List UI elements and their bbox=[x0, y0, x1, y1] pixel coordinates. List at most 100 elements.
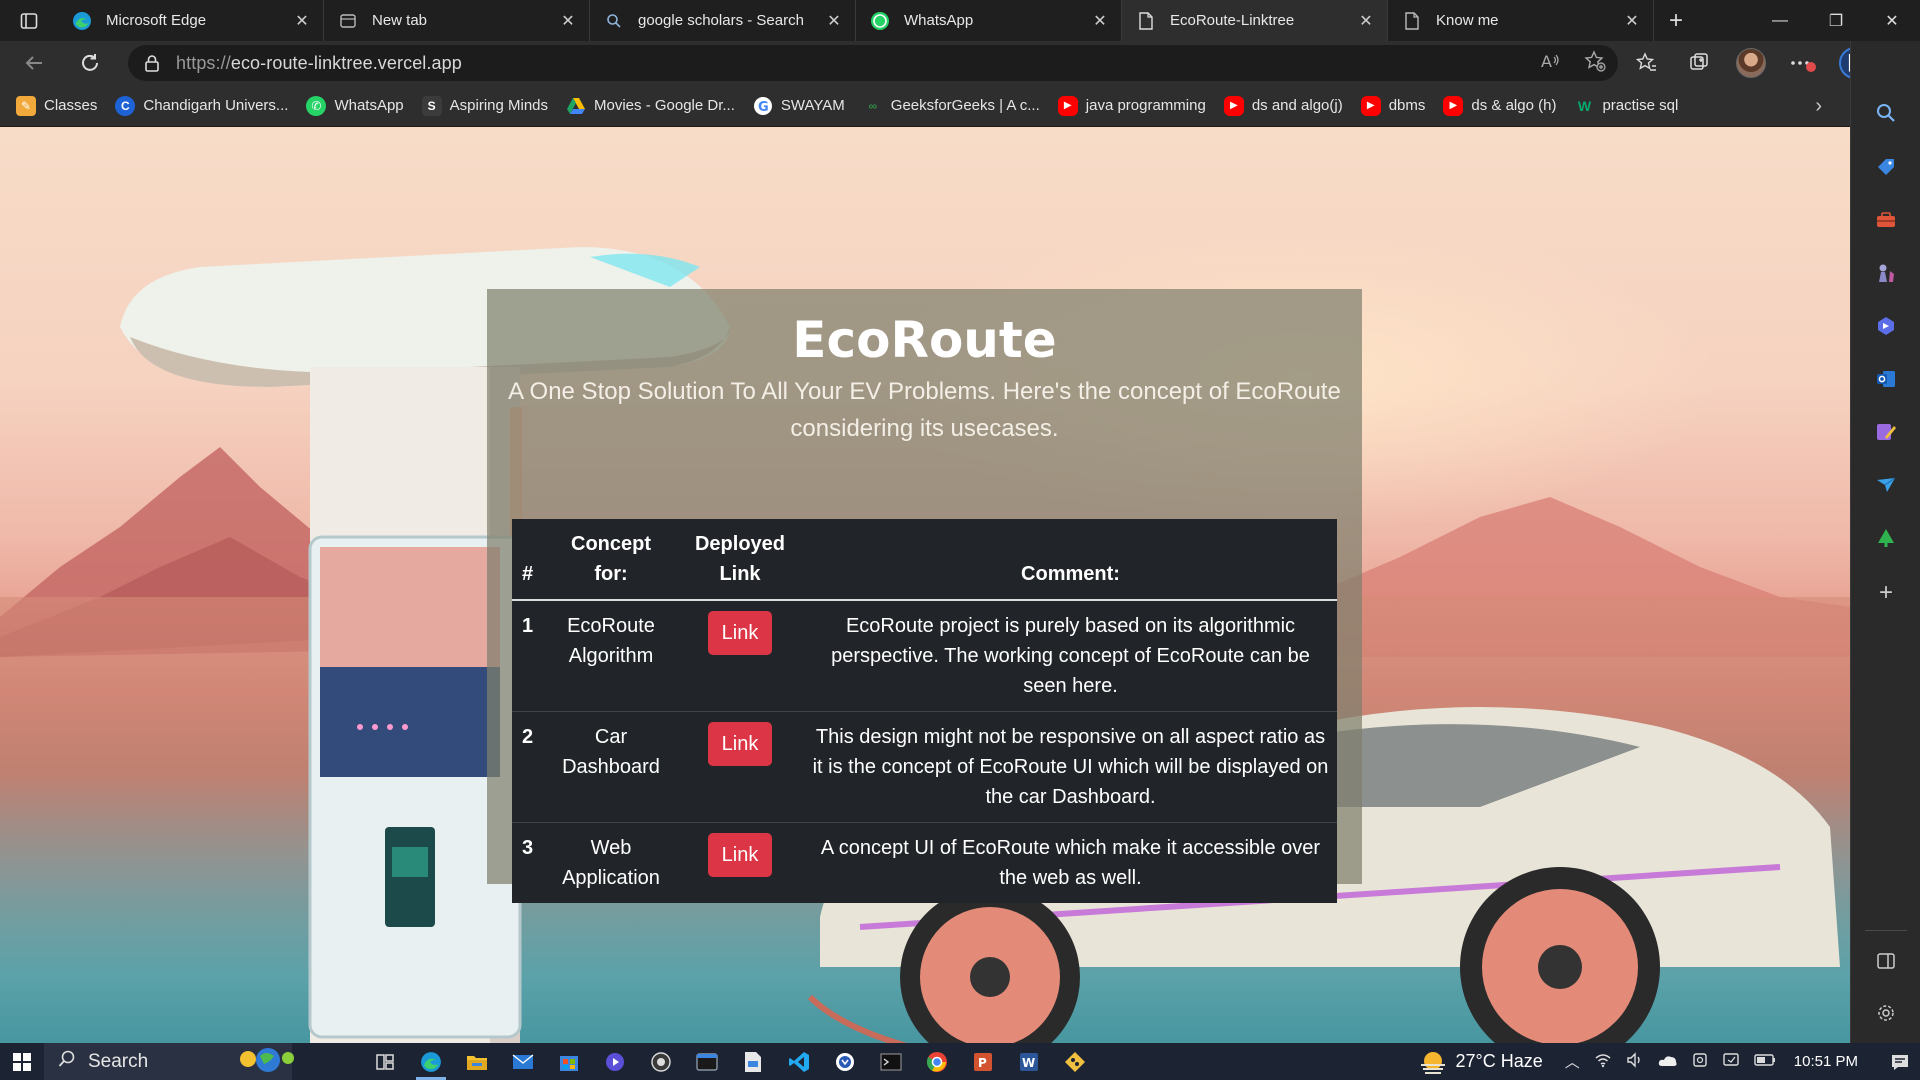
tab-google-scholars[interactable]: google scholars - Search ✕ bbox=[590, 0, 856, 41]
sidebar-settings-button[interactable] bbox=[1871, 998, 1901, 1028]
volume-icon[interactable] bbox=[1626, 1051, 1644, 1072]
close-tab-icon[interactable]: ✕ bbox=[293, 12, 311, 30]
notifications-button[interactable] bbox=[1880, 1052, 1920, 1072]
sidebar-outlook-button[interactable] bbox=[1871, 364, 1901, 394]
bookmark-label: WhatsApp bbox=[334, 97, 404, 114]
tab-whatsapp[interactable]: WhatsApp ✕ bbox=[856, 0, 1122, 41]
sidebar-add-button[interactable]: + bbox=[1871, 578, 1901, 608]
back-button[interactable] bbox=[8, 41, 60, 85]
link-button-ecoroute-algorithm[interactable]: Link bbox=[707, 611, 773, 655]
row-link-cell: Link bbox=[676, 711, 804, 823]
weather-widget[interactable]: 27°C Haze bbox=[1418, 1049, 1543, 1075]
toolbox-icon bbox=[1877, 212, 1895, 227]
row-number: 3 bbox=[522, 837, 534, 859]
taskbar-vscode[interactable] bbox=[776, 1043, 822, 1080]
taskbar-word[interactable]: W bbox=[1006, 1043, 1052, 1080]
sidebar-search-button[interactable] bbox=[1871, 98, 1901, 128]
bookmark-dbms[interactable]: ▶ dbms bbox=[1360, 95, 1425, 116]
link-button-web-application[interactable]: Link bbox=[707, 833, 773, 877]
sidebar-send-button[interactable] bbox=[1871, 470, 1901, 500]
settings-more-button[interactable] bbox=[1786, 46, 1820, 80]
copilot-icon bbox=[1878, 317, 1894, 335]
tab-actions-button[interactable] bbox=[0, 0, 58, 41]
record-icon bbox=[651, 1051, 671, 1072]
address-bar[interactable]: https://eco-route-linktree.vercel.app A bbox=[128, 45, 1618, 81]
tab-microsoft-edge[interactable]: Microsoft Edge ✕ bbox=[58, 0, 324, 41]
sidebar-tools-button[interactable] bbox=[1871, 205, 1901, 235]
wifi-icon[interactable] bbox=[1594, 1052, 1612, 1072]
bookmark-swayam[interactable]: G SWAYAM bbox=[753, 96, 845, 116]
start-button[interactable] bbox=[0, 1043, 44, 1080]
taskbar-terminal-app[interactable] bbox=[684, 1043, 730, 1080]
battery-icon[interactable] bbox=[1754, 1053, 1776, 1070]
taskbar-obs[interactable] bbox=[638, 1043, 684, 1080]
bookmark-classes[interactable]: ✎ Classes bbox=[16, 95, 97, 116]
camera-icon[interactable] bbox=[1692, 1052, 1708, 1072]
favorites-button[interactable] bbox=[1630, 46, 1664, 80]
restore-button[interactable]: ❐ bbox=[1808, 0, 1864, 41]
edge-icon bbox=[421, 1051, 441, 1072]
bookmark-label: ds & algo (h) bbox=[1471, 97, 1557, 114]
new-tab-button[interactable]: + bbox=[1654, 0, 1698, 41]
bookmark-ds-and-algo-j[interactable]: ▶ ds and algo(j) bbox=[1223, 95, 1343, 116]
bookmark-aspiring-minds[interactable]: S Aspiring Minds bbox=[421, 95, 548, 116]
profile-button[interactable] bbox=[1734, 46, 1768, 80]
tab-label: Know me bbox=[1436, 12, 1499, 29]
taskbar-mail[interactable] bbox=[500, 1043, 546, 1080]
minimize-button[interactable]: — bbox=[1752, 0, 1808, 41]
tab-know-me[interactable]: Know me ✕ bbox=[1388, 0, 1654, 41]
sidebar-shopping-button[interactable] bbox=[1871, 152, 1901, 182]
row-concept: Car Dashboard bbox=[546, 711, 676, 823]
read-aloud-icon[interactable]: A bbox=[1540, 51, 1562, 76]
taskbar-store[interactable] bbox=[546, 1043, 592, 1080]
taskbar-terminal[interactable] bbox=[868, 1043, 914, 1080]
device-icon[interactable] bbox=[1722, 1052, 1740, 1072]
collections-button[interactable] bbox=[1682, 46, 1716, 80]
tab-ecoroute-linktree[interactable]: EcoRoute-Linktree ✕ bbox=[1122, 0, 1388, 41]
taskbar-media-player[interactable] bbox=[592, 1043, 638, 1080]
bookmark-java-programming[interactable]: ▶ java programming bbox=[1057, 95, 1206, 116]
bookmark-practise-sql[interactable]: Wpractise sql bbox=[1574, 96, 1678, 116]
lock-icon[interactable] bbox=[128, 54, 176, 72]
chevron-up-icon[interactable]: ︿ bbox=[1565, 1051, 1580, 1072]
taskbar-file-manager[interactable] bbox=[730, 1043, 776, 1080]
tab-new-tab[interactable]: New tab ✕ bbox=[324, 0, 590, 41]
close-window-button[interactable]: ✕ bbox=[1864, 0, 1920, 41]
close-tab-icon[interactable]: ✕ bbox=[1091, 12, 1109, 30]
chevron-right-icon[interactable]: › bbox=[1815, 95, 1822, 118]
sidebar-games-button[interactable] bbox=[1871, 258, 1901, 288]
bookmark-google-drive[interactable]: Movies - Google Dr... bbox=[566, 96, 735, 116]
close-tab-icon[interactable]: ✕ bbox=[1623, 12, 1641, 30]
add-favorite-icon[interactable] bbox=[1584, 49, 1606, 77]
word-icon: W bbox=[1020, 1052, 1038, 1071]
refresh-button[interactable] bbox=[64, 41, 116, 85]
taskbar-chrome[interactable] bbox=[914, 1043, 960, 1080]
close-tab-icon[interactable]: ✕ bbox=[559, 12, 577, 30]
sidebar-layout-button[interactable] bbox=[1871, 946, 1901, 976]
row-link-cell: Link bbox=[676, 600, 804, 712]
bookmark-ds-algo-h[interactable]: ▶ ds & algo (h) bbox=[1443, 95, 1557, 116]
task-view-button[interactable] bbox=[362, 1043, 408, 1080]
sidebar-designer-button[interactable] bbox=[1871, 417, 1901, 447]
taskbar-file-explorer[interactable] bbox=[454, 1043, 500, 1080]
bookmark-chandigarh-university[interactable]: C Chandigarh Univers... bbox=[115, 95, 288, 116]
taskbar-git[interactable] bbox=[1052, 1043, 1098, 1080]
close-tab-icon[interactable]: ✕ bbox=[1357, 12, 1375, 30]
sidebar-copilot-button[interactable] bbox=[1871, 311, 1901, 341]
clock-time[interactable]: 10:51 PM bbox=[1794, 1053, 1858, 1070]
taskbar-search[interactable]: Search bbox=[44, 1043, 294, 1080]
bookmark-geeksforgeeks[interactable]: ∞ GeeksforGeeks | A c... bbox=[863, 96, 1040, 116]
terminal-icon bbox=[880, 1052, 902, 1071]
link-button-car-dashboard[interactable]: Link bbox=[707, 722, 773, 766]
tag-icon bbox=[1878, 159, 1894, 175]
taskbar-app-circle[interactable] bbox=[822, 1043, 868, 1080]
onedrive-icon[interactable] bbox=[1658, 1053, 1678, 1071]
taskbar-edge[interactable] bbox=[408, 1043, 454, 1080]
close-tab-icon[interactable]: ✕ bbox=[825, 12, 843, 30]
split-screen-icon bbox=[1877, 953, 1895, 969]
whatsapp-icon: ✆ bbox=[306, 95, 327, 116]
sidebar-tree-button[interactable] bbox=[1871, 523, 1901, 553]
bookmark-whatsapp[interactable]: ✆ WhatsApp bbox=[306, 95, 404, 116]
taskbar-powerpoint[interactable]: P bbox=[960, 1043, 1006, 1080]
weather-text: 27°C Haze bbox=[1455, 1051, 1543, 1071]
